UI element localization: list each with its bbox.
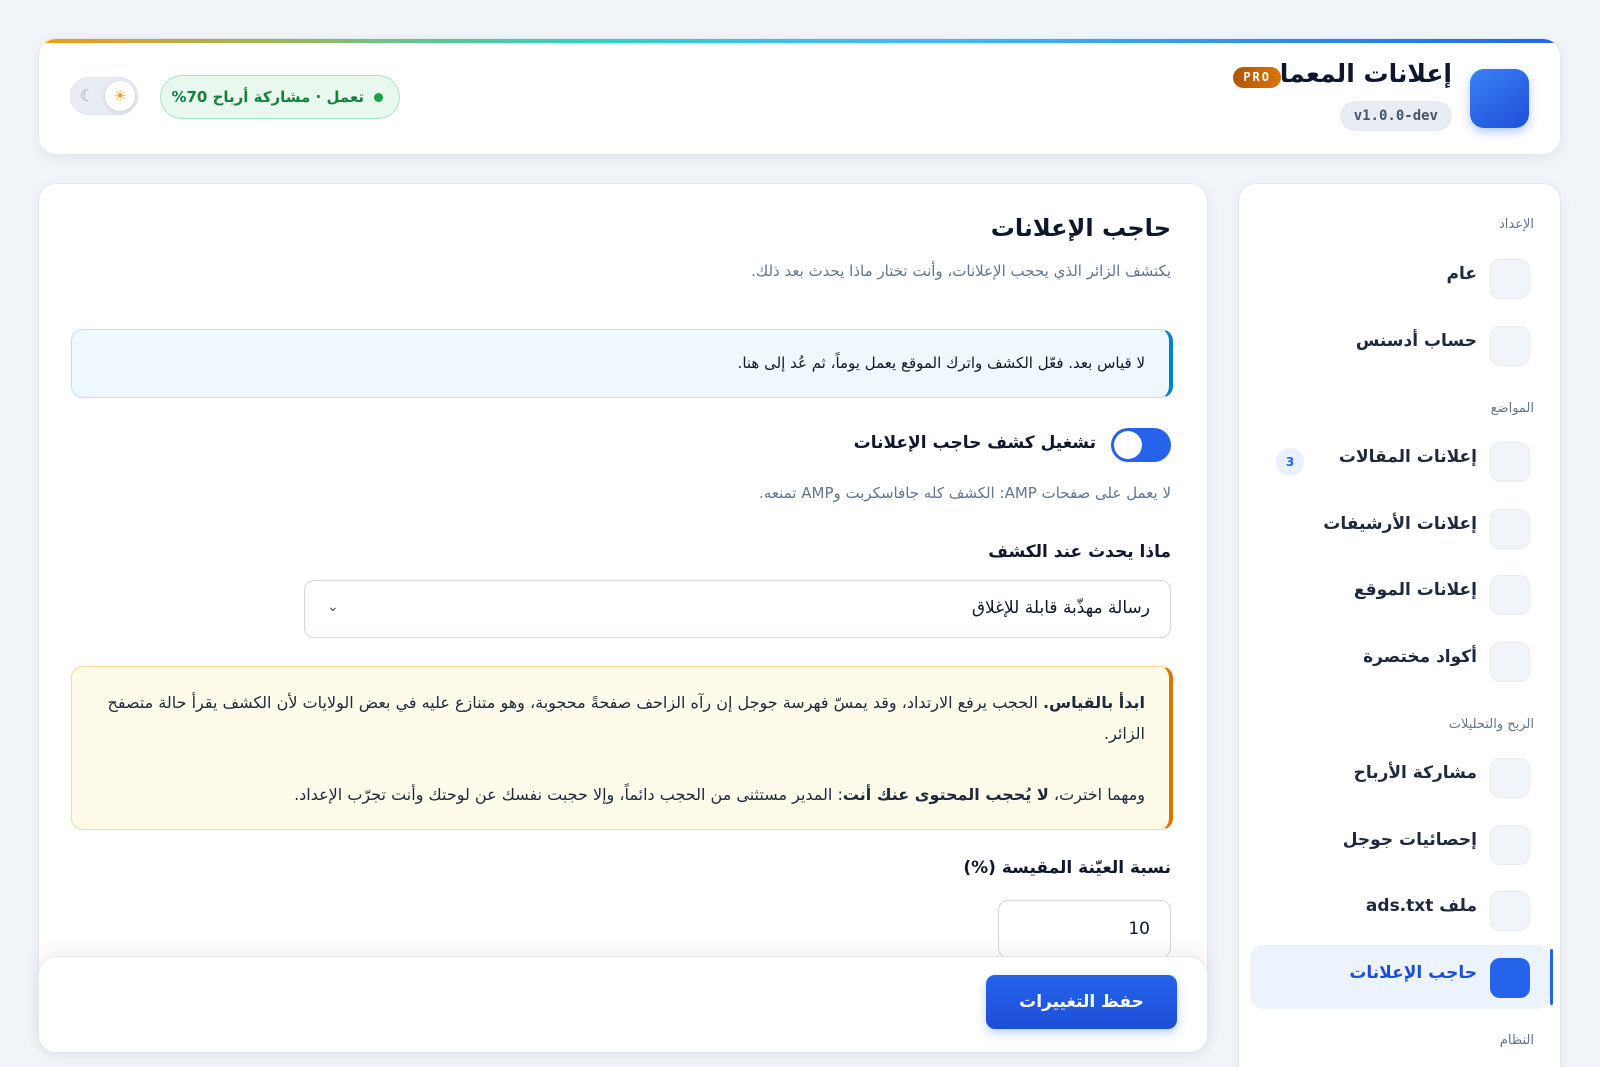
app-title: إعلانات المعمار bbox=[1265, 59, 1452, 88]
stats-icon bbox=[1490, 825, 1530, 865]
sample-rate-input[interactable]: 10 bbox=[998, 900, 1171, 958]
sidebar-item-label: ملف ads.txt bbox=[1365, 896, 1477, 916]
general-icon bbox=[1490, 259, 1530, 299]
status-pill: تعمل · مشاركة أرباح 70% bbox=[160, 75, 400, 119]
sidebar-section-title: المواضع bbox=[1490, 401, 1534, 416]
sidebar-item-adblocker[interactable]: حاجب الإعلانات bbox=[1250, 945, 1553, 1009]
site-icon bbox=[1490, 575, 1530, 615]
moon-icon: ☾ bbox=[80, 86, 95, 105]
detection-toggle[interactable] bbox=[1111, 428, 1171, 462]
sidebar-item-general[interactable]: عام bbox=[1250, 246, 1550, 310]
info-notice: لا قياس بعد. فعّل الكشف واترك الموقع يعم… bbox=[71, 329, 1173, 398]
warning-text: الحجب يرفع الارتداد، وقد يمسّ فهرسة جوجل… bbox=[107, 693, 1145, 743]
action-select[interactable]: رسالة مهذّبة قابلة للإغلاق ⌄ bbox=[304, 580, 1171, 638]
sidebar: الإعداد عام حساب أدسنس المواضع إعلانات ا… bbox=[1238, 183, 1561, 1067]
action-field-label: ماذا يحدث عند الكشف bbox=[988, 542, 1171, 562]
file-icon bbox=[1490, 891, 1530, 931]
archive-icon bbox=[1490, 509, 1530, 549]
sidebar-item-label: عام bbox=[1446, 264, 1477, 284]
app-logo bbox=[1470, 69, 1529, 128]
main-panel: حاجب الإعلانات يكتشف الزائر الذي يحجب ال… bbox=[38, 183, 1208, 1053]
sidebar-item-site-ads[interactable]: إعلانات الموقع bbox=[1250, 562, 1550, 626]
article-icon bbox=[1490, 442, 1530, 482]
warning-strong: ابدأ بالقياس. bbox=[1042, 693, 1145, 712]
sample-field-label: نسبة العيّنة المقيسة (%) bbox=[963, 858, 1171, 878]
count-badge: 3 bbox=[1276, 448, 1304, 476]
revenue-icon bbox=[1490, 758, 1530, 798]
status-text: تعمل · مشاركة أرباح 70% bbox=[171, 88, 364, 106]
sidebar-item-label: حاجب الإعلانات bbox=[1349, 963, 1477, 983]
sidebar-item-label: إعلانات الموقع bbox=[1353, 580, 1477, 600]
shield-icon bbox=[1490, 958, 1530, 998]
chevron-down-icon: ⌄ bbox=[327, 599, 339, 615]
save-button[interactable]: حفظ التغييرات bbox=[986, 975, 1177, 1029]
status-dot-icon bbox=[374, 93, 383, 102]
warning-paragraph: ابدأ بالقياس. الحجب يرفع الارتداد، وقد ي… bbox=[96, 687, 1145, 749]
sidebar-item-archive-ads[interactable]: إعلانات الأرشيفات bbox=[1250, 496, 1550, 560]
header-accent-bar bbox=[39, 39, 1560, 43]
sidebar-item-shortcodes[interactable]: أكواد مختصرة bbox=[1250, 629, 1550, 693]
detection-help-text: لا يعمل على صفحات AMP: الكشف كله جافاسكر… bbox=[759, 484, 1171, 502]
sidebar-item-label: إحصائيات جوجل bbox=[1342, 830, 1477, 850]
page-title: حاجب الإعلانات bbox=[990, 214, 1171, 242]
page-description: يكتشف الزائر الذي يحجب الإعلانات، وأنت ت… bbox=[751, 262, 1171, 280]
sidebar-section-title: النظام bbox=[1499, 1033, 1534, 1048]
detection-toggle-label: تشغيل كشف حاجب الإعلانات bbox=[853, 433, 1096, 453]
toggle-knob bbox=[1114, 431, 1142, 459]
warning-paragraph: ومهما اخترت، لا يُحجب المحتوى عنك أنت: ا… bbox=[96, 779, 1145, 810]
sun-icon: ☀ bbox=[105, 81, 135, 111]
adsense-icon bbox=[1490, 326, 1530, 366]
sidebar-item-article-ads[interactable]: إعلانات المقالات 3 bbox=[1250, 429, 1550, 493]
theme-toggle[interactable]: ☾ ☀ bbox=[70, 77, 138, 115]
sidebar-item-revenue-share[interactable]: مشاركة الأرباح bbox=[1250, 745, 1550, 809]
sidebar-item-ads-txt[interactable]: ملف ads.txt bbox=[1250, 878, 1550, 942]
sidebar-section-title: الربح والتحليلات bbox=[1448, 717, 1534, 732]
version-badge: v1.0.0-dev bbox=[1339, 101, 1452, 131]
sidebar-item-label: إعلانات الأرشيفات bbox=[1323, 514, 1477, 534]
warning-text: : المدير مستثنى من الحجب دائماً، وإلا حج… bbox=[294, 785, 843, 804]
action-select-value: رسالة مهذّبة قابلة للإغلاق bbox=[971, 598, 1150, 618]
sidebar-item-label: مشاركة الأرباح bbox=[1353, 763, 1477, 783]
sidebar-item-google-stats[interactable]: إحصائيات جوجل bbox=[1250, 812, 1550, 876]
sidebar-item-label: حساب أدسنس bbox=[1355, 331, 1477, 351]
pro-badge: PRO bbox=[1233, 67, 1281, 88]
warning-notice: ابدأ بالقياس. الحجب يرفع الارتداد، وقد ي… bbox=[71, 666, 1173, 830]
shortcode-icon bbox=[1490, 642, 1530, 682]
warning-text: ومهما اخترت، bbox=[1048, 785, 1145, 804]
warning-strong: لا يُحجب المحتوى عنك أنت bbox=[842, 785, 1049, 804]
sidebar-section-title: الإعداد bbox=[1498, 217, 1534, 232]
app-header: إعلانات المعمار PRO v1.0.0-dev تعمل · مش… bbox=[38, 38, 1561, 155]
detection-toggle-row: تشغيل كشف حاجب الإعلانات bbox=[571, 428, 1171, 462]
sidebar-item-adsense-account[interactable]: حساب أدسنس bbox=[1250, 313, 1550, 377]
sidebar-item-label: إعلانات المقالات bbox=[1338, 447, 1477, 467]
sidebar-item-label: أكواد مختصرة bbox=[1363, 647, 1477, 667]
save-bar: حفظ التغييرات bbox=[38, 956, 1208, 1053]
